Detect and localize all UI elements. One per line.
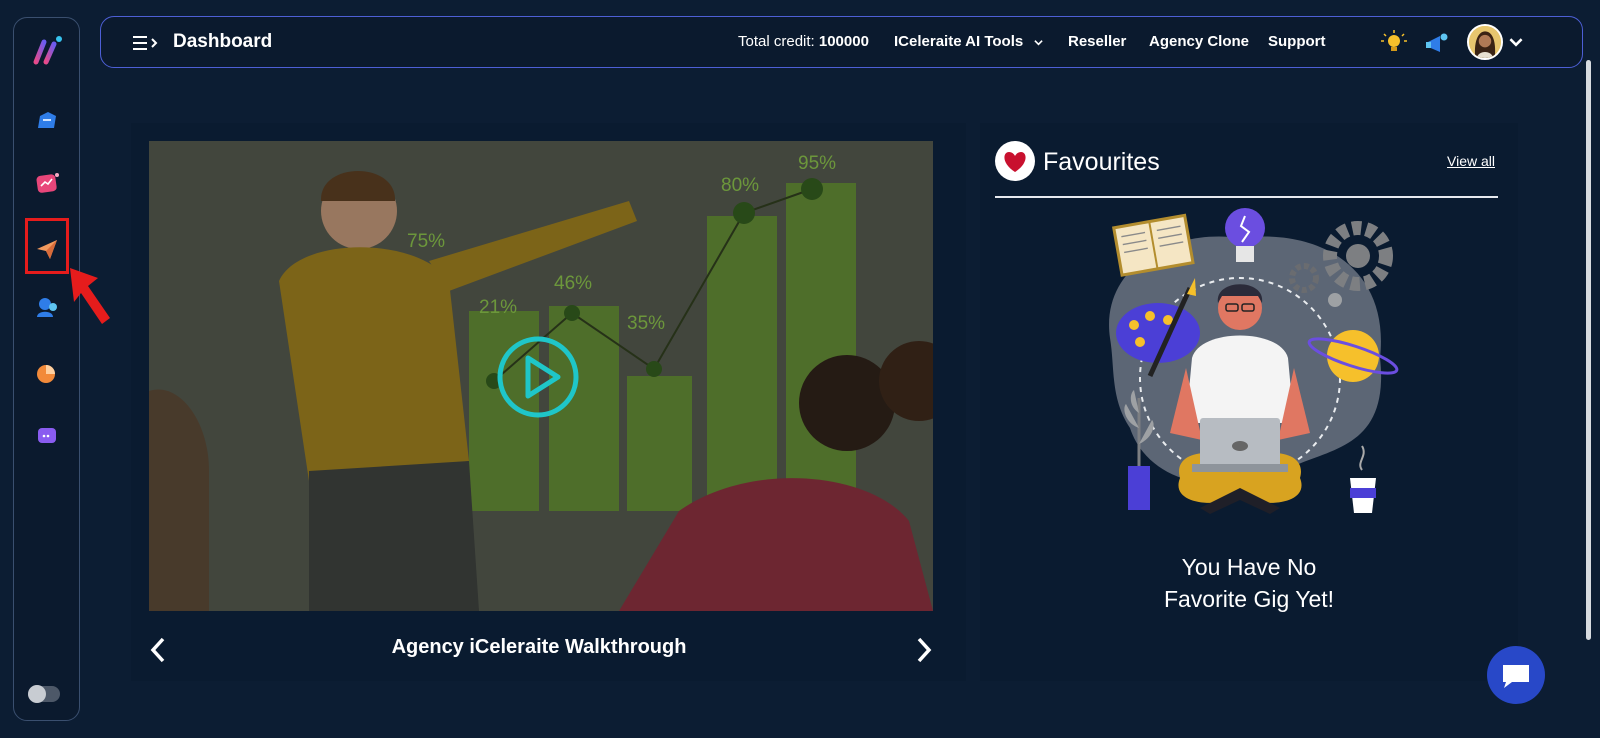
highlight-box <box>25 218 69 274</box>
video-title: Agency iCeleraite Walkthrough <box>391 636 687 658</box>
favourites-title: Favourites <box>1043 148 1160 176</box>
video-carousel: 95% 80% 75% 46% 21% 35% Agency iCelerait… <box>131 123 966 681</box>
chevron-down-icon <box>1034 39 1044 45</box>
red-arrow-icon <box>70 268 110 324</box>
nav-ai-tools-label: ICeleraite AI Tools <box>894 33 1024 50</box>
page-title: Dashboard <box>173 31 273 52</box>
credit-display: Total credit: 100000 <box>738 33 869 50</box>
nav-ai-tools[interactable]: ICeleraite AI Tools <box>894 33 1044 50</box>
chat-bubble-icon[interactable] <box>34 423 60 449</box>
top-header: Dashboard Total credit: 100000 ICelerait… <box>100 16 1583 68</box>
user-menu-chevron-icon[interactable] <box>1509 35 1523 49</box>
heart-icon <box>995 141 1035 181</box>
favourites-panel: Favourites View all You Have No Favorite… <box>980 123 1518 681</box>
empty-message-line-1: You Have No <box>1181 554 1317 580</box>
empty-state-illustration <box>1109 208 1399 514</box>
chevron-right-icon[interactable] <box>914 635 934 665</box>
page-scrollbar[interactable] <box>1585 60 1593 710</box>
announcement-icon[interactable] <box>1422 29 1450 57</box>
chat-support-button[interactable] <box>1487 646 1545 704</box>
scrollbar-thumb[interactable] <box>1586 60 1591 640</box>
users-icon[interactable] <box>34 294 60 320</box>
analytics-icon[interactable] <box>34 170 60 196</box>
empty-favourites-message: You Have No Favorite Gig Yet! <box>980 551 1518 615</box>
chart-icon[interactable] <box>34 361 60 387</box>
credit-value: 100000 <box>818 33 869 50</box>
nav-agency-clone[interactable]: Agency Clone <box>1149 33 1249 50</box>
menu-toggle-icon[interactable] <box>131 33 161 53</box>
chat-icon <box>1503 665 1529 688</box>
nav-reseller[interactable]: Reseller <box>1068 33 1126 50</box>
theme-toggle[interactable] <box>28 685 60 703</box>
empty-message-line-2: Favorite Gig Yet! <box>1163 586 1335 612</box>
favourites-divider <box>995 196 1498 198</box>
credit-label: Total credit: <box>738 33 815 50</box>
app-logo-icon[interactable] <box>30 34 64 68</box>
view-all-link[interactable]: View all <box>1447 153 1495 169</box>
lightbulb-icon[interactable] <box>1380 29 1408 57</box>
toggle-knob <box>28 685 46 703</box>
sidebar <box>13 17 80 721</box>
video-player[interactable]: 95% 80% 75% 46% 21% 35% <box>149 141 933 611</box>
nav-support[interactable]: Support <box>1268 33 1326 50</box>
avatar-icon <box>1469 26 1501 58</box>
home-icon[interactable] <box>34 108 60 134</box>
play-icon[interactable] <box>495 334 581 420</box>
user-avatar[interactable] <box>1467 24 1503 60</box>
